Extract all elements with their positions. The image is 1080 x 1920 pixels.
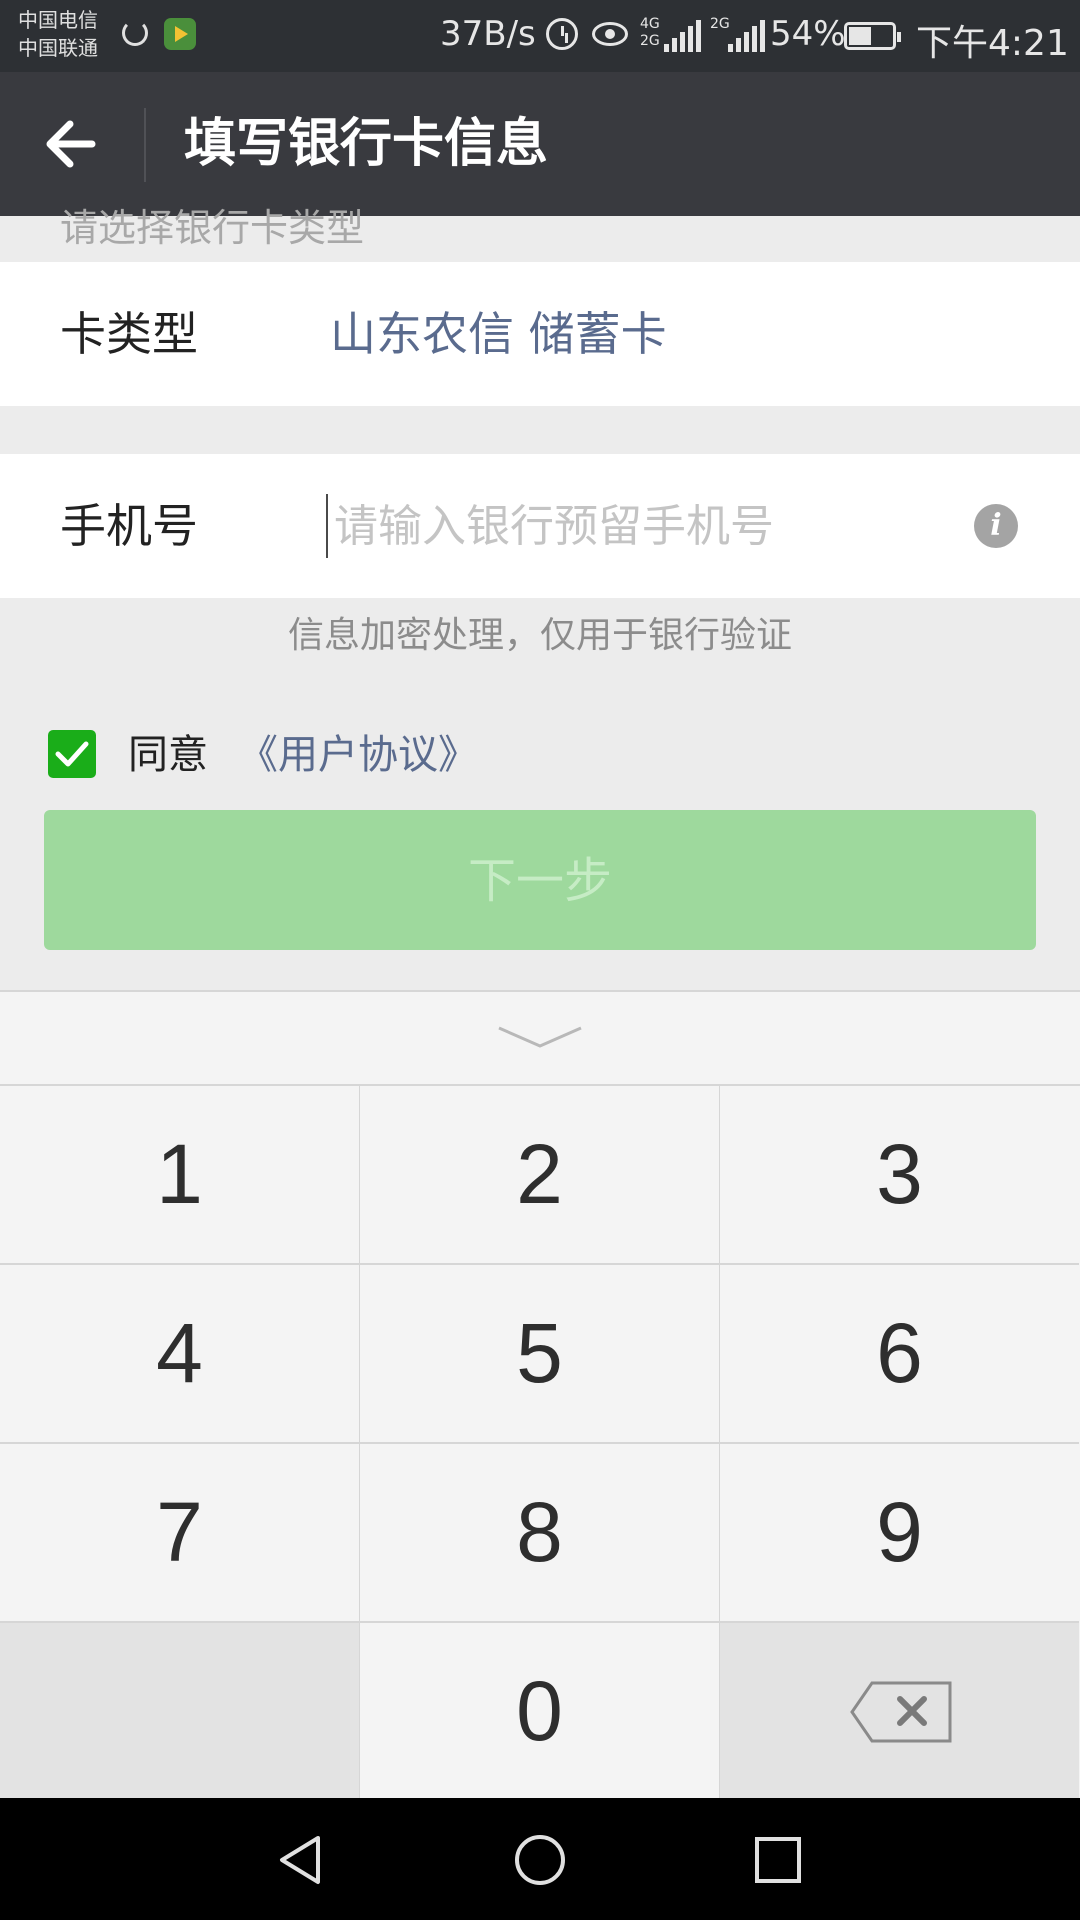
battery-icon: [844, 22, 901, 50]
agree-label: 同意: [128, 732, 208, 778]
key-7[interactable]: 7: [0, 1444, 361, 1623]
key-3[interactable]: 3: [720, 1086, 1079, 1265]
key-1[interactable]: 1: [0, 1086, 361, 1265]
eye-comfort-icon: [592, 22, 628, 46]
triangle-back-icon[interactable]: [272, 1832, 328, 1888]
card-type-label: 卡类型: [60, 307, 198, 361]
section-hint: 请选择银行卡类型: [60, 206, 365, 250]
key-9[interactable]: 9: [720, 1444, 1079, 1623]
phone-input[interactable]: [326, 494, 954, 558]
keyboard-collapse-button[interactable]: [0, 992, 1080, 1086]
network-type-1: 4G: [640, 16, 660, 32]
carrier-2: 中国联通: [18, 36, 98, 60]
checkmark-icon: [55, 741, 89, 767]
status-bar: 中国电信 中国联通 37B/s 4G 2G 2G 54% 下午4:21: [0, 0, 1080, 72]
sync-icon: [122, 20, 148, 46]
key-4[interactable]: 4: [0, 1265, 361, 1444]
back-button[interactable]: [40, 108, 110, 180]
key-8[interactable]: 8: [360, 1444, 721, 1623]
clock: 下午4:21: [916, 23, 1069, 64]
phone-row: 手机号 i: [0, 454, 1080, 598]
page-title: 填写银行卡信息: [184, 114, 549, 174]
key-delete[interactable]: [720, 1623, 1079, 1800]
key-0[interactable]: 0: [360, 1623, 721, 1800]
user-agreement-link[interactable]: 《用户协议》: [238, 730, 478, 780]
network-type-3: 2G: [710, 16, 730, 32]
carrier-1: 中国电信: [18, 8, 98, 32]
navigation-bar: [0, 1798, 1080, 1920]
circle-home-icon[interactable]: [512, 1832, 568, 1888]
signal-1-icon: [664, 16, 702, 52]
card-type-row[interactable]: 卡类型 山东农信 储蓄卡: [0, 262, 1080, 406]
key-blank: [0, 1623, 361, 1800]
app-notification-icon: [164, 18, 196, 50]
arrow-left-icon: [46, 120, 96, 168]
battery-percent: 54%: [770, 14, 846, 54]
network-type: 4G 2G: [640, 16, 660, 50]
next-step-button[interactable]: 下一步: [44, 810, 1036, 950]
key-2[interactable]: 2: [360, 1086, 721, 1265]
encryption-note: 信息加密处理，仅用于银行验证: [287, 615, 792, 656]
alarm-icon: [546, 18, 578, 50]
info-icon[interactable]: i: [974, 504, 1018, 548]
network-type-2: 2G: [640, 33, 660, 49]
square-recents-icon[interactable]: [752, 1834, 804, 1886]
net-speed: 37B/s: [440, 14, 536, 54]
backspace-icon: [850, 1681, 952, 1743]
key-6[interactable]: 6: [720, 1265, 1079, 1444]
title-bar: 填写银行卡信息: [0, 72, 1080, 216]
phone-label: 手机号: [60, 499, 198, 553]
carrier-info: 中国电信 中国联通: [18, 6, 98, 62]
agree-checkbox[interactable]: [48, 730, 96, 778]
title-divider: [144, 108, 146, 182]
numeric-keyboard: 1 2 3 4 5 6 7 8 9 0: [0, 990, 1080, 1800]
chevron-down-icon: [498, 1026, 582, 1048]
card-type-value[interactable]: 山东农信 储蓄卡: [330, 306, 667, 362]
key-5[interactable]: 5: [360, 1265, 721, 1444]
signal-2-icon: [728, 16, 766, 52]
